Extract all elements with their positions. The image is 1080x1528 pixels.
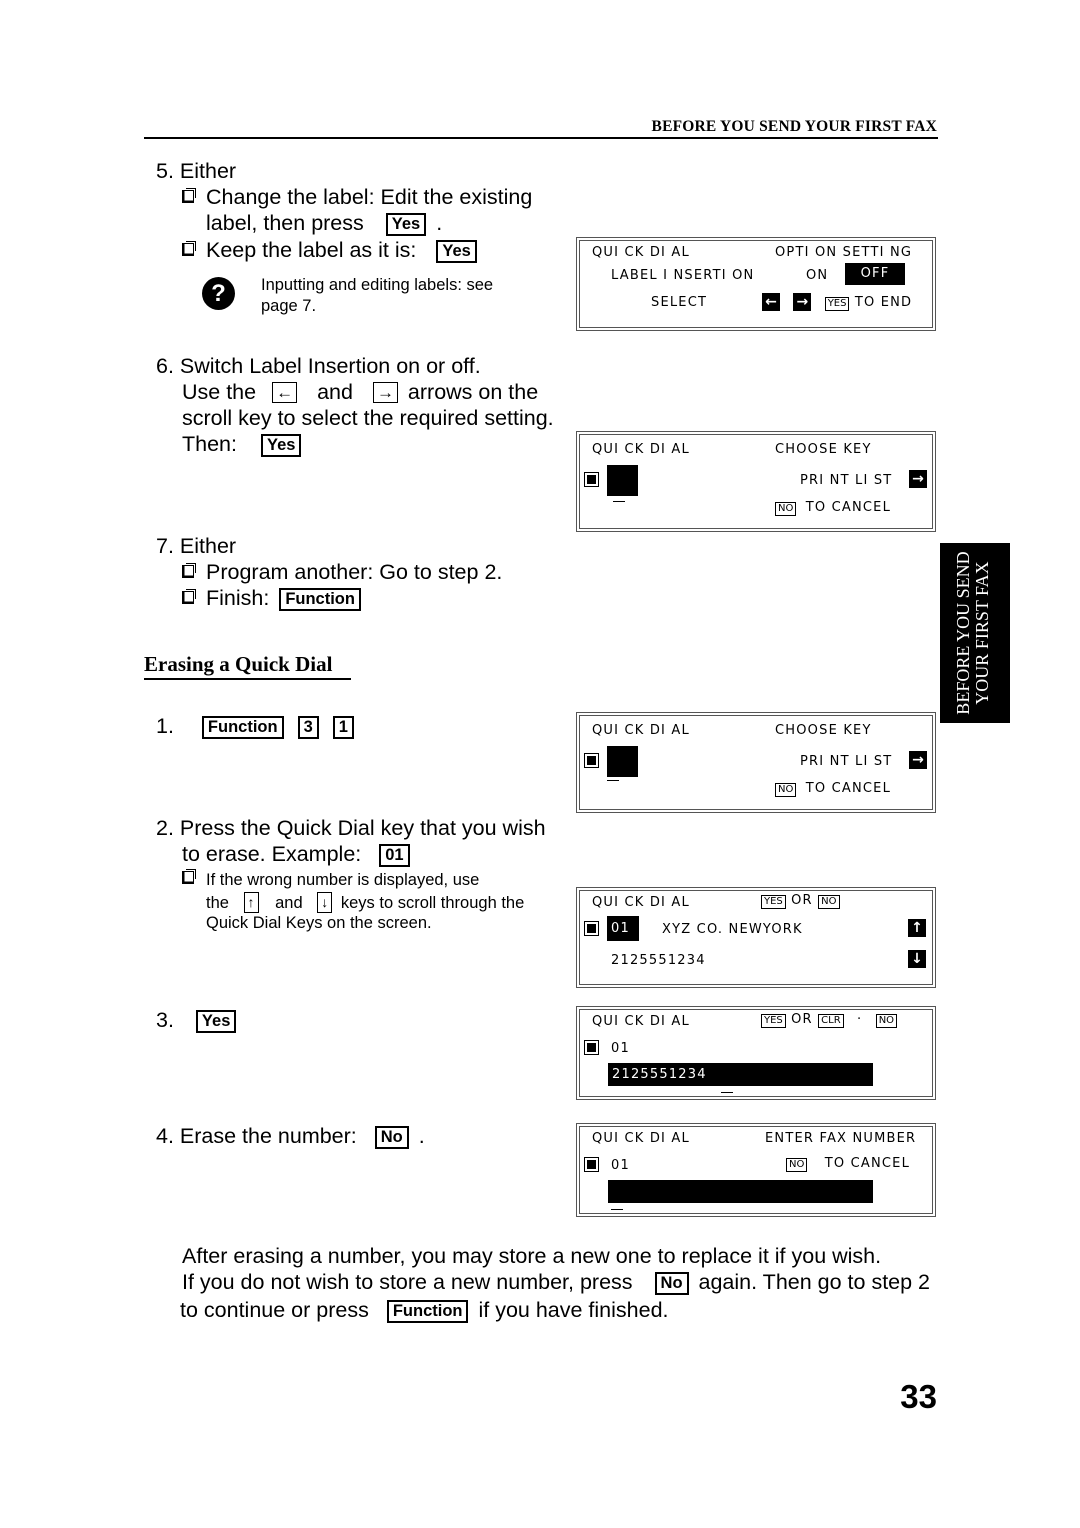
erase-step2-line2: to erase. Example: 01 — [182, 841, 414, 867]
help-question-icon: ? — [202, 277, 235, 310]
erase-step1: 1. Function 3 1 — [156, 713, 358, 739]
lcd-number-field: 2125551234 — [608, 1063, 873, 1086]
quick-dial-indicator-icon — [584, 472, 599, 487]
function-key: Function — [386, 1300, 469, 1323]
key-1: 1 — [332, 716, 354, 739]
right-arrow-key: → — [372, 382, 398, 403]
checkbox-bullet-icon — [182, 563, 196, 578]
quick-dial-indicator-icon — [584, 753, 599, 768]
lcd-entry-code: 01 — [611, 1041, 630, 1056]
quick-dial-indicator-icon — [584, 1040, 599, 1055]
lcd-display-choose-key: QUI CK DI AL CHOOSE KEY PRI NT LI ST → N… — [576, 431, 936, 532]
lcd-no-key: NO — [875, 1014, 898, 1028]
lcd-no-key: NO — [775, 783, 797, 797]
lcd-clr-key: CLR — [818, 1014, 844, 1028]
down-arrow-key: ↓ — [317, 892, 333, 913]
up-arrow-icon: ↑ — [908, 919, 926, 937]
running-header: BEFORE YOU SEND YOUR FIRST FAX — [651, 118, 937, 135]
key-01: 01 — [379, 844, 410, 867]
erase-step3: 3. Yes — [156, 1007, 240, 1033]
right-arrow-icon: → — [793, 293, 812, 311]
erase-step2-note: If the wrong number is displayed, use — [182, 869, 479, 891]
right-arrow-icon: → — [909, 470, 927, 488]
quick-dial-indicator-icon — [584, 921, 599, 936]
lcd-entry-name: XYZ CO. NEWYORK — [662, 922, 803, 937]
no-key: No — [654, 1272, 689, 1295]
lcd-no-key: NO — [775, 502, 797, 516]
page-number: 33 — [900, 1378, 937, 1415]
checkbox-bullet-icon — [182, 589, 196, 604]
lcd-entry-code: 01 — [607, 916, 639, 941]
step5-title: 5. Either — [156, 159, 237, 183]
step6-line3: scroll key to select the required settin… — [182, 406, 554, 430]
lcd-cursor — [613, 501, 625, 502]
lcd-cursor — [721, 1092, 733, 1093]
erase-step2-note-end: Quick Dial Keys on the screen. — [206, 914, 432, 932]
left-arrow-icon: ← — [762, 293, 780, 311]
checkbox-bullet-icon — [182, 188, 196, 203]
after-erase-line2: If you do not wish to store a new number… — [182, 1270, 931, 1295]
lcd-entry-number: 2125551234 — [611, 953, 706, 968]
lcd-option-off-selected: OFF — [845, 263, 905, 285]
lcd-cursor-block — [607, 465, 638, 496]
step7-option2: Finish: Function — [182, 585, 365, 611]
function-key: Function — [201, 716, 284, 739]
step5-option1-cont: label, then press Yes . — [206, 211, 443, 236]
yes-key: Yes — [260, 434, 302, 457]
step5-option2: Keep the label as it is: Yes — [182, 237, 481, 263]
lcd-cursor-block — [607, 746, 638, 777]
lcd-display-edit-number: QUI CK DI AL YES OR CLR · NO 01 21255512… — [576, 1006, 936, 1100]
left-arrow-key: ← — [272, 382, 298, 403]
after-erase-line3: to continue or press Function if you hav… — [180, 1298, 669, 1323]
lcd-yes-key: YES — [761, 895, 786, 909]
checkbox-bullet-icon — [182, 869, 196, 884]
quick-dial-indicator-icon — [584, 1157, 599, 1172]
lcd-no-key: NO — [818, 895, 840, 909]
key-3: 3 — [297, 716, 319, 739]
lcd-display-choose-key-2: QUI CK DI AL CHOOSE KEY PRI NT LI ST → N… — [576, 712, 936, 813]
chapter-side-tab: BEFORE YOU SEND YOUR FIRST FAX — [940, 543, 1010, 723]
step6-line2: Use the ← and → arrows on the — [182, 380, 539, 404]
after-erase-line1: After erasing a number, you may store a … — [182, 1244, 882, 1268]
right-arrow-icon: → — [909, 751, 927, 769]
checkbox-bullet-icon — [182, 241, 196, 256]
lcd-entry-code: 01 — [611, 1158, 630, 1173]
erase-step2-note-cont: the ↑ and ↓ keys to scroll through the — [206, 892, 525, 913]
lcd-yes-key: YES — [824, 297, 850, 311]
lcd-no-key: NO — [786, 1158, 808, 1172]
lcd-cursor — [607, 780, 619, 781]
step5-option1: Change the label: Edit the existing — [182, 184, 532, 210]
function-key: Function — [279, 588, 361, 611]
section-title: Erasing a Quick Dial — [144, 652, 351, 680]
step7-option1: Program another: Go to step 2. — [182, 559, 502, 585]
help-note: Inputting and editing labels: see page 7… — [261, 276, 494, 315]
up-arrow-key: ↑ — [243, 892, 259, 913]
step6-line1: 6. Switch Label Insertion on or off. — [156, 354, 481, 378]
lcd-cursor — [611, 1209, 623, 1210]
lcd-display-enter-fax-number: QUI CK DI AL ENTER FAX NUMBER 01 NO TO C… — [576, 1123, 936, 1217]
header-rule — [144, 137, 938, 139]
erase-step2-line1: 2. Press the Quick Dial key that you wis… — [156, 816, 546, 840]
yes-key: Yes — [385, 213, 427, 236]
lcd-yes-key: YES — [761, 1014, 786, 1028]
erase-step4: 4. Erase the number: No . — [156, 1124, 425, 1149]
step6-line4: Then: Yes — [182, 431, 305, 457]
step7-title: 7. Either — [156, 534, 237, 558]
lcd-empty-number-field — [608, 1180, 873, 1203]
no-key: No — [374, 1126, 409, 1149]
lcd-display-option-setting: QUI CK DI AL OPTI ON SETTI NG LABEL I NS… — [576, 237, 936, 331]
yes-key: Yes — [436, 240, 477, 263]
yes-key: Yes — [195, 1010, 237, 1033]
lcd-display-entry-01: QUI CK DI AL YES OR NO 01 XYZ CO. NEWYOR… — [576, 887, 936, 988]
lcd-option-on: ON — [806, 268, 829, 283]
down-arrow-icon: ↓ — [908, 950, 926, 968]
